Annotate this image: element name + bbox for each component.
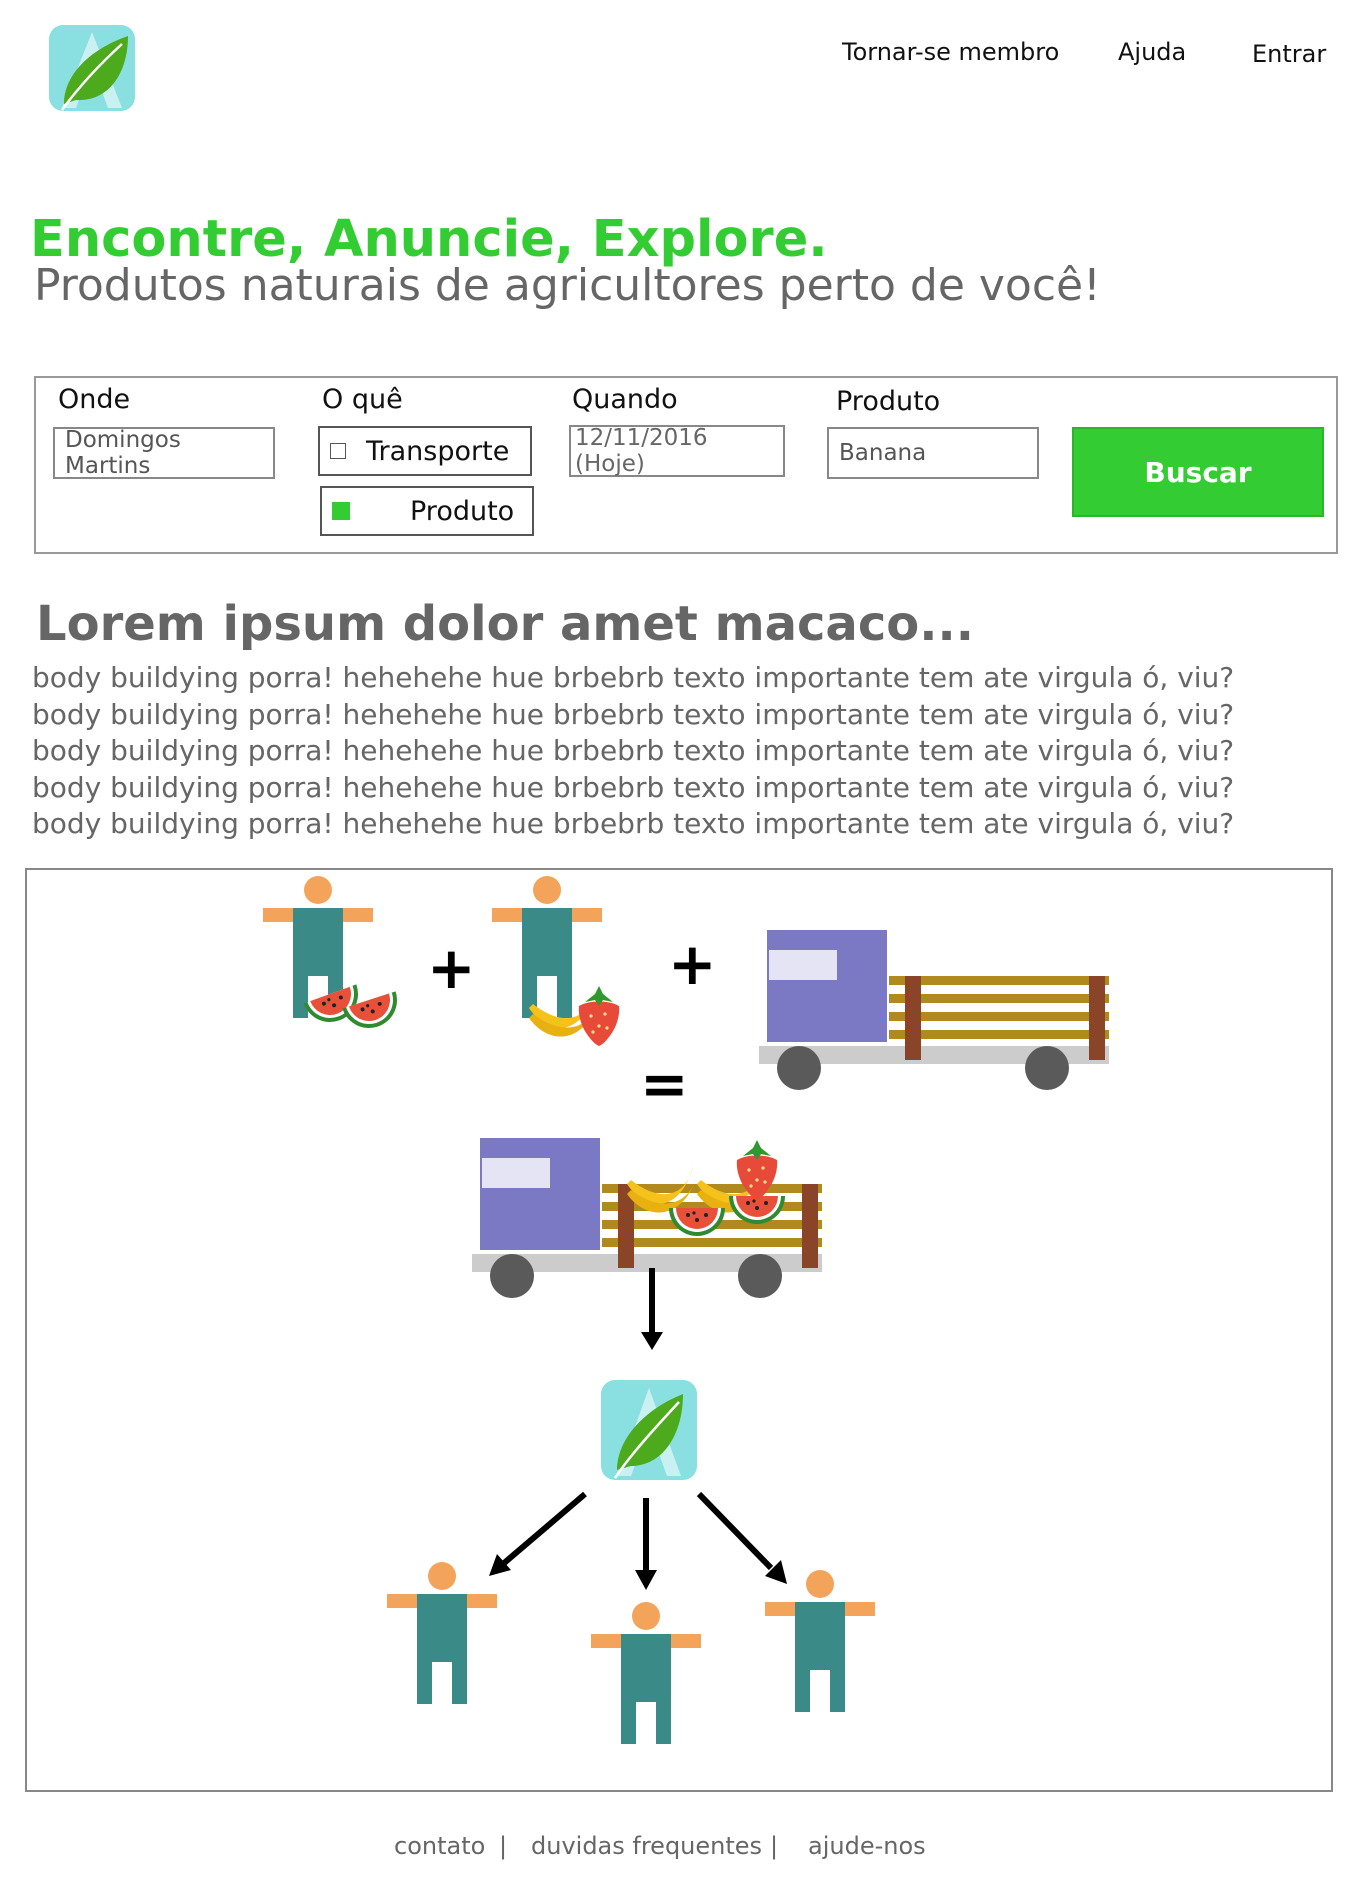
hero-subline: Produtos naturais de agricultores perto …: [34, 260, 1101, 311]
footer-separator: |: [499, 1832, 508, 1860]
body-line: body buildying porra! hehehehe hue brbeb…: [32, 734, 1235, 767]
body-line: body buildying porra! hehehehe hue brbeb…: [32, 661, 1235, 694]
transport-checkbox[interactable]: Transporte: [318, 426, 532, 476]
producer-fruits-icon: [492, 876, 620, 1046]
checkbox-unchecked-icon: [330, 443, 346, 459]
where-input[interactable]: Domingos Martins: [53, 427, 275, 479]
transport-option-label: Transporte: [366, 435, 510, 467]
body-line: body buildying porra! hehehehe hue brbeb…: [32, 770, 1235, 804]
nav-help-link[interactable]: Ajuda: [1118, 38, 1186, 66]
consumer-icon: [387, 1562, 497, 1704]
how-it-works-diagram: + + =: [25, 868, 1333, 1792]
empty-truck-icon: [759, 930, 1109, 1090]
consumer-icon: [591, 1602, 701, 1744]
search-button[interactable]: Buscar: [1072, 427, 1324, 517]
plus-sign: +: [427, 934, 476, 1002]
date-input[interactable]: 12/11/2016 (Hoje): [569, 425, 785, 477]
body-paragraph: body buildying porra! hehehehe hue brbeb…: [32, 660, 1234, 843]
equals-sign: =: [640, 1050, 689, 1118]
footer-separator: |: [770, 1832, 779, 1860]
footer-faq-link[interactable]: duvidas frequentes: [531, 1832, 762, 1860]
nav-login-link[interactable]: Entrar: [1252, 40, 1326, 68]
when-label: Quando: [572, 384, 678, 415]
platform-logo-icon: [599, 1378, 699, 1482]
product-checkbox[interactable]: Produto: [320, 486, 534, 536]
body-line: body buildying porra! hehehehe hue brbeb…: [32, 807, 1235, 840]
footer-contact-link[interactable]: contato: [394, 1832, 485, 1860]
plus-sign: +: [668, 930, 717, 998]
product-option-label: Produto: [410, 495, 515, 527]
footer-help-us-link[interactable]: ajude-nos: [808, 1832, 926, 1860]
checkbox-checked-icon: [332, 502, 350, 520]
loaded-truck-icon: [472, 1138, 822, 1298]
distribution-arrows-icon: [489, 1491, 787, 1590]
product-input[interactable]: Banana: [827, 427, 1039, 479]
where-label: Onde: [58, 384, 131, 415]
logo-icon: [49, 25, 135, 111]
producer-watermelon-icon: [263, 876, 405, 1036]
what-label: O quê: [322, 384, 403, 415]
section-title: Lorem ipsum dolor amet macaco...: [36, 596, 974, 652]
product-label: Produto: [836, 386, 941, 417]
nav-become-member-link[interactable]: Tornar-se membro: [842, 38, 1059, 66]
body-line: body buildying porra! hehehehe hue brbeb…: [32, 697, 1235, 731]
consumer-icon: [765, 1570, 875, 1712]
app-logo[interactable]: [48, 24, 136, 112]
